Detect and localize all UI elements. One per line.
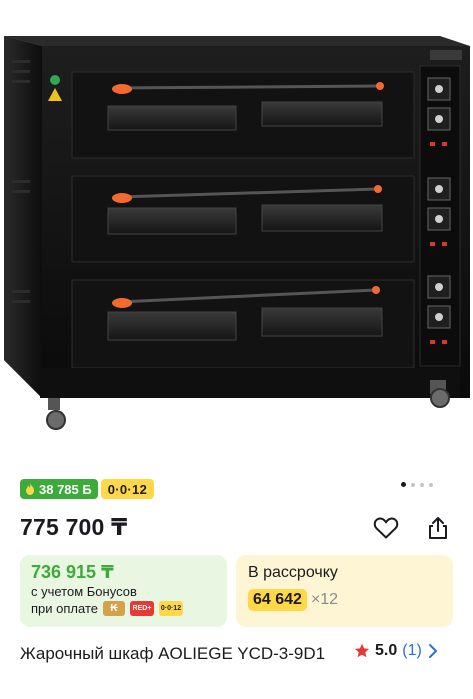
carousel-indicator[interactable]	[401, 482, 433, 487]
installment-title: В рассрочку	[248, 564, 338, 581]
bonus-price: 736 915 ₸	[31, 562, 114, 582]
product-title-row: Жарочный шкаф AOLIEGE YCD-3-9D1 5.0 (1)	[20, 642, 460, 665]
review-count-link[interactable]: (1)	[402, 642, 422, 660]
share-button[interactable]	[424, 514, 452, 542]
carousel-dot[interactable]	[411, 482, 415, 487]
installment-amount: 64 642 ×12	[248, 589, 441, 611]
carousel-dot-active[interactable]	[401, 482, 406, 487]
carousel-dot[interactable]	[420, 482, 424, 487]
installment-badge: 0·0·12	[100, 479, 155, 499]
favorite-button[interactable]	[372, 514, 400, 542]
star-icon	[355, 643, 369, 658]
bonus-payment-caption: при оплате	[31, 601, 98, 616]
rating[interactable]: 5.0 (1)	[354, 642, 439, 660]
bonus-badge: 38 785 Б	[20, 479, 98, 499]
product-photo[interactable]	[0, 0, 473, 470]
price-row: 775 700 ₸	[20, 512, 460, 542]
installment-card[interactable]: В рассрочку 64 642 ×12	[236, 555, 453, 627]
red-plus-icon: RED+	[129, 601, 154, 616]
installment-monthly: 64 642	[248, 589, 307, 611]
flame-icon	[26, 483, 34, 495]
bonus-price-card[interactable]: 736 915 ₸ с учетом Бонусов при оплате ₭ …	[20, 555, 227, 627]
carousel-dot[interactable]	[429, 482, 433, 487]
promo-badges: 38 785 Б 0·0·12	[20, 479, 155, 499]
bonus-caption: с учетом Бонусов	[31, 584, 137, 599]
bonus-payment-line: при оплате ₭ RED+ 0·0·12	[31, 600, 216, 617]
kaspi-gold-icon: ₭	[102, 601, 125, 616]
zero-installment-icon: 0·0·12	[158, 601, 183, 616]
share-icon	[429, 517, 447, 539]
rating-value: 5.0	[375, 642, 398, 659]
installment-months: ×12	[310, 591, 339, 608]
chevron-right-icon[interactable]	[427, 643, 439, 659]
product-title: Жарочный шкаф AOLIEGE YCD-3-9D1	[20, 644, 326, 663]
oven-illustration	[4, 36, 470, 430]
bonus-badge-text: 38 785 Б	[39, 481, 92, 497]
heart-icon	[373, 517, 399, 539]
